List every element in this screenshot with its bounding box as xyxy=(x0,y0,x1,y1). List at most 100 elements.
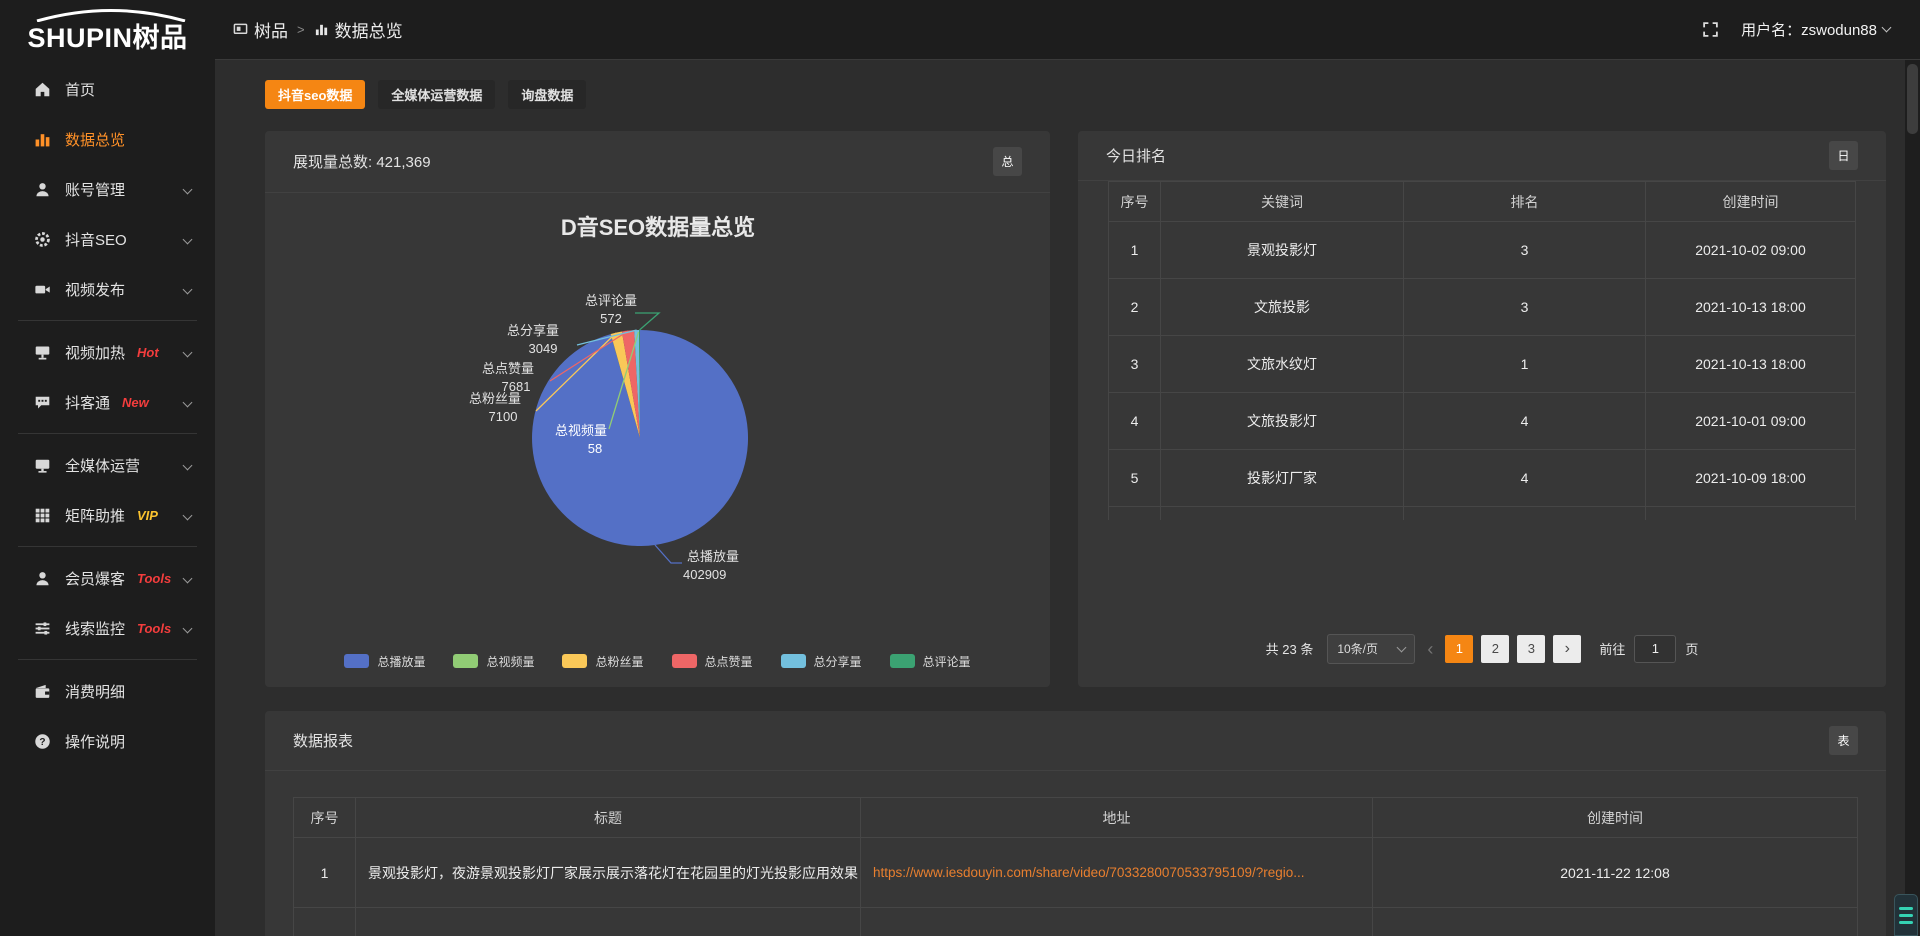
sidebar-divider xyxy=(18,433,197,434)
sidebar: 首页 数据总览 账号管理 xyxy=(0,60,215,936)
prev-page-button[interactable]: ‹ xyxy=(1427,640,1433,658)
video-heat-icon xyxy=(34,344,51,361)
chevron-down-icon xyxy=(183,623,193,633)
sidebar-item-consumption[interactable]: 消费明细 xyxy=(0,666,215,716)
wallet-icon xyxy=(34,683,51,700)
sidebar-item-guide[interactable]: ? 操作说明 xyxy=(0,716,215,766)
legend-item[interactable]: 总粉丝量 xyxy=(562,653,643,670)
chevron-down-icon xyxy=(183,397,193,407)
col-created: 创建时间 xyxy=(1646,182,1856,222)
col-title: 标题 xyxy=(356,798,861,838)
seo-pie-chart[interactable]: D音SEO数据量总览 总播放量402909总视频量58总粉丝量7100总点赞量7… xyxy=(265,193,1050,625)
pie-label-总视频量: 58 xyxy=(588,441,602,456)
ranking-table: 序号 关键词 排名 创建时间 1 景观投影灯 3 2021-10 xyxy=(1108,181,1856,520)
logo-arc xyxy=(31,8,191,22)
goto-page: 前往 页 xyxy=(1599,635,1698,663)
legend-item[interactable]: 总视频量 xyxy=(453,653,534,670)
sidebar-item-label: 账号管理 xyxy=(65,179,125,200)
cell-rank: 4 xyxy=(1404,393,1646,450)
breadcrumb-item-overview[interactable]: 数据总览 xyxy=(314,17,403,42)
sidebar-item-home[interactable]: 首页 xyxy=(0,64,215,114)
sidebar-item-label: 矩阵助推 xyxy=(65,505,125,526)
today-ranking-card: 今日排名 日 序号 关键词 排名 创建时间 xyxy=(1078,131,1886,687)
col-rank: 排名 xyxy=(1404,182,1646,222)
page-size-select[interactable]: 10条/页 xyxy=(1327,634,1415,664)
sidebar-item-account[interactable]: 账号管理 xyxy=(0,164,215,214)
day-view-button[interactable]: 日 xyxy=(1829,141,1858,170)
sidebar-divider xyxy=(18,659,197,660)
video-url-link[interactable]: https://www.iesdouyin.com/share/video/70… xyxy=(873,865,1305,880)
table-row: 1 景观投影灯 3 2021-10-02 09:00 xyxy=(1109,222,1856,279)
page-button-3[interactable]: 3 xyxy=(1517,635,1545,663)
total-view-button[interactable]: 总 xyxy=(993,147,1022,176)
chevron-down-icon xyxy=(183,284,193,294)
sidebar-item-member[interactable]: 会员爆客 Tools xyxy=(0,553,215,603)
cell-created: 2021-10-02 09:00 xyxy=(1646,222,1856,279)
sidebar-item-video-publish[interactable]: 视频发布 xyxy=(0,264,215,314)
legend-item[interactable]: 总点赞量 xyxy=(672,653,753,670)
sidebar-item-clue-monitor[interactable]: 线索监控 Tools xyxy=(0,603,215,653)
tab-inquiry[interactable]: 询盘数据 xyxy=(508,80,586,109)
goto-page-input[interactable] xyxy=(1634,635,1676,663)
legend-item[interactable]: 总播放量 xyxy=(344,653,425,670)
tab-douyin-seo[interactable]: 抖音seo数据 xyxy=(265,80,365,109)
scrollbar-track[interactable] xyxy=(1905,60,1920,936)
label-line-总评论量 xyxy=(635,313,659,330)
next-page-button[interactable]: › xyxy=(1553,635,1581,663)
legend-swatch xyxy=(453,654,478,668)
table-view-button[interactable]: 表 xyxy=(1829,726,1858,755)
chevron-down-icon xyxy=(1882,23,1892,33)
tab-media-operation[interactable]: 全媒体运营数据 xyxy=(378,80,495,109)
gear-icon xyxy=(34,231,51,248)
pagination: 共 23 条 10条/页 ‹ 1 2 3 › 前往 页 xyxy=(1108,634,1856,664)
breadcrumb-item-home[interactable]: 树品 xyxy=(233,17,288,42)
scrollbar-thumb[interactable] xyxy=(1907,64,1918,134)
sidebar-item-media-operation[interactable]: 全媒体运营 xyxy=(0,440,215,490)
pie-slice-总播放量[interactable] xyxy=(532,330,748,546)
top-bar-right: 树品 > 数据总览 用户名：zswodun8 xyxy=(215,0,1920,60)
page-button-1[interactable]: 1 xyxy=(1445,635,1473,663)
overview-chart-card: 展现量总数: 421,369 总 D音SEO数据量总览 总播放量402909总视… xyxy=(265,131,1050,687)
table-row: 5 投影灯厂家 4 2021-10-09 18:00 xyxy=(1109,450,1856,507)
customer-service-widget[interactable] xyxy=(1894,894,1918,936)
logo[interactable]: SHUPIN树品 xyxy=(0,0,215,60)
user-icon xyxy=(34,181,51,198)
cell-keyword: 投影灯厂家 xyxy=(1161,450,1404,507)
sidebar-item-label: 视频发布 xyxy=(65,279,125,300)
sidebar-item-doukettong[interactable]: 抖客通 New xyxy=(0,377,215,427)
cell-keyword: 文旅投影灯 xyxy=(1161,393,1404,450)
col-no: 序号 xyxy=(1109,182,1161,222)
chat-bubble-icon xyxy=(34,394,51,411)
legend-swatch xyxy=(672,654,697,668)
cell-no: 4 xyxy=(1109,393,1161,450)
sidebar-item-matrix-boost[interactable]: 矩阵助推 VIP xyxy=(0,490,215,540)
legend-item[interactable]: 总分享量 xyxy=(781,653,862,670)
sidebar-item-label: 消费明细 xyxy=(65,681,125,702)
page-button-2[interactable]: 2 xyxy=(1481,635,1509,663)
legend-swatch xyxy=(781,654,806,668)
badge-hot: Hot xyxy=(137,345,159,360)
sidebar-divider xyxy=(18,320,197,321)
sidebar-item-label: 会员爆客 xyxy=(65,568,125,589)
question-circle-icon: ? xyxy=(34,733,51,750)
home-icon xyxy=(34,81,51,98)
overview-icon xyxy=(314,22,329,37)
legend-item[interactable]: 总评论量 xyxy=(890,653,971,670)
cell-keyword: 文旅投影 xyxy=(1161,279,1404,336)
table-row: 1 景观投影灯，夜游景观投影灯厂家展示展示落花灯在花园里的灯光投影应用效果 # … xyxy=(294,838,1858,908)
sidebar-item-video-heat[interactable]: 视频加热 Hot xyxy=(0,327,215,377)
data-report-card: 数据报表 表 序号 标题 地址 创建时间 xyxy=(265,711,1886,936)
col-no: 序号 xyxy=(294,798,356,838)
sidebar-item-data-overview[interactable]: 数据总览 xyxy=(0,114,215,164)
bar-chart-icon xyxy=(34,131,51,148)
sidebar-item-label: 抖客通 xyxy=(65,392,110,413)
sliders-icon xyxy=(34,620,51,637)
user-menu[interactable]: 用户名：zswodun88 xyxy=(1741,19,1890,40)
grid-icon xyxy=(34,507,51,524)
chevron-down-icon xyxy=(183,184,193,194)
fullscreen-button[interactable] xyxy=(1702,21,1719,38)
cell-rank: 1 xyxy=(1404,336,1646,393)
main-content: 抖音seo数据 全媒体运营数据 询盘数据 展现量总数: 421,369 总 D音… xyxy=(215,60,1920,936)
cell-rank: 3 xyxy=(1404,222,1646,279)
sidebar-item-douyin-seo[interactable]: 抖音SEO xyxy=(0,214,215,264)
